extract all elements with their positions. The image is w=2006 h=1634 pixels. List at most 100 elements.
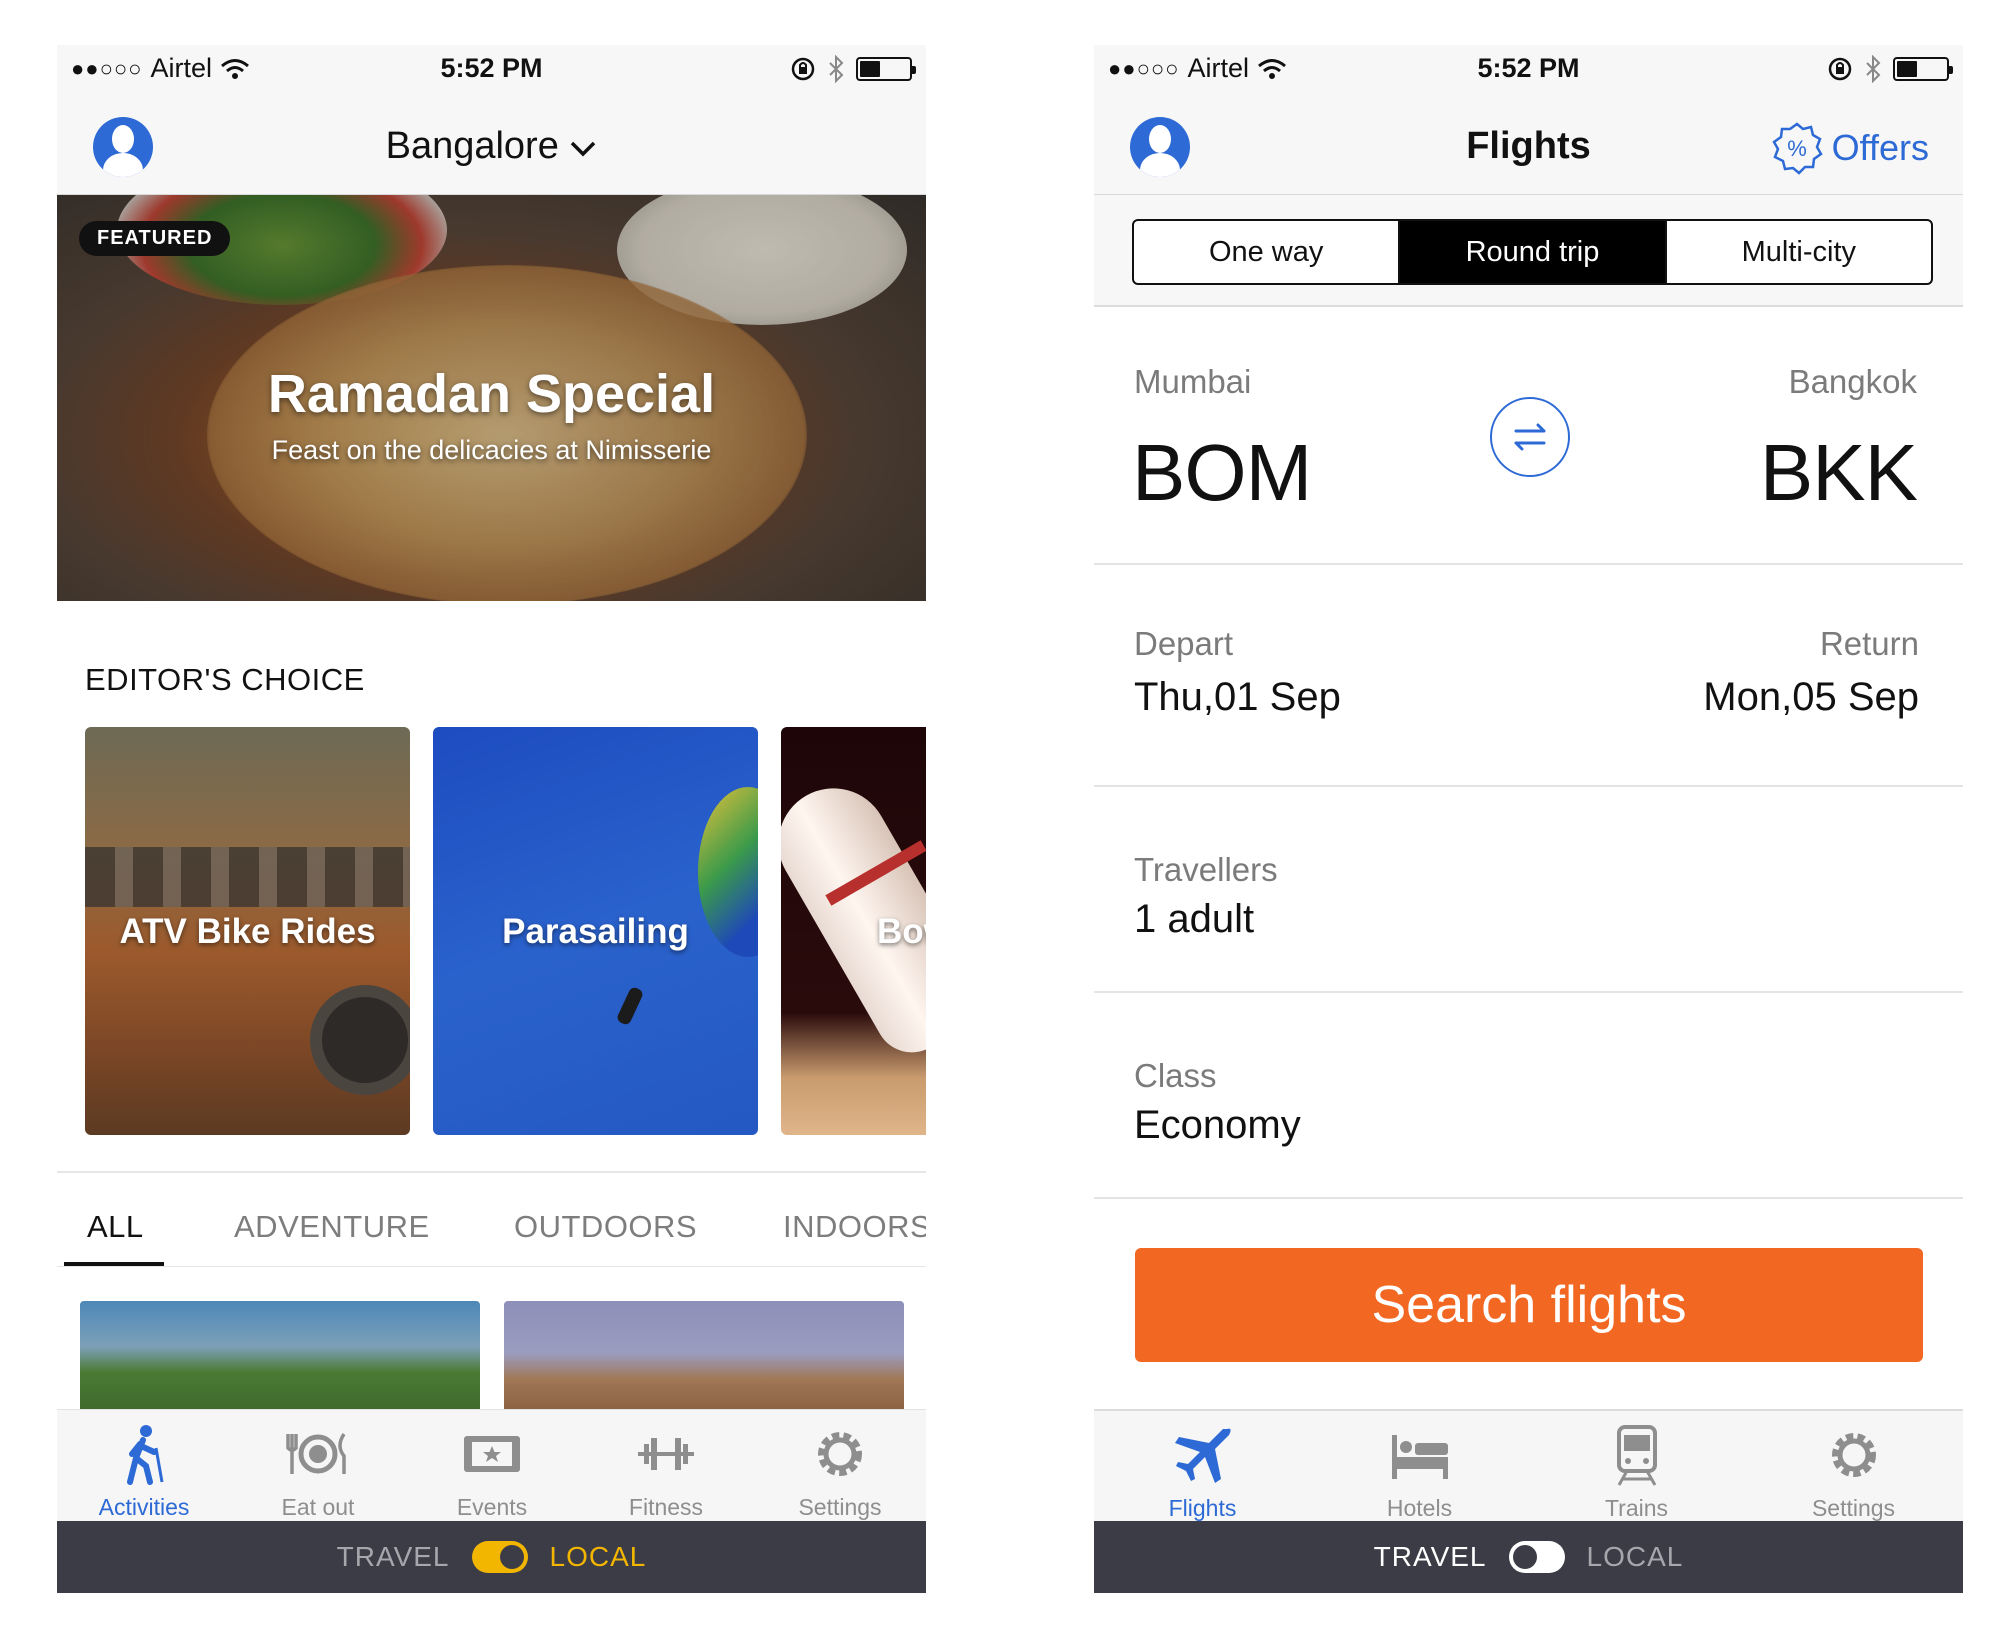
class-label: Class	[1134, 1057, 1217, 1094]
flights-search-screen: ●●○○○ Airtel 5:52 PM Flights % Offers On…	[1094, 45, 1963, 1593]
tabbar-label: Activities	[98, 1494, 190, 1520]
mode-travel-label: TRAVEL	[1373, 1541, 1487, 1572]
featured-subtitle: Feast on the delicacies at Nimisserie	[271, 435, 712, 465]
tabbar-label: Settings	[798, 1494, 882, 1520]
mode-travel-label: TRAVEL	[336, 1541, 450, 1572]
card-label: ATV Bike Rides	[119, 912, 376, 951]
activity-list	[57, 1301, 926, 1411]
return-date[interactable]: Mon,05 Sep	[1703, 675, 1919, 720]
tabbar-label: Events	[456, 1494, 528, 1520]
tabbar-flights[interactable]: Flights	[1094, 1411, 1311, 1523]
battery-icon	[856, 57, 916, 81]
card-label: Parasailing	[502, 912, 689, 951]
tabbar-label: Eat out	[281, 1494, 355, 1520]
ticket-icon	[464, 1436, 520, 1472]
city-name: Bangalore	[385, 125, 559, 167]
tabbar-eat-out[interactable]: Eat out	[231, 1410, 405, 1522]
dates-row: Depart Thu,01 Sep Return Mon,05 Sep	[1094, 565, 1963, 787]
origin-code[interactable]: BOM	[1132, 427, 1312, 519]
battery-icon	[1893, 57, 1953, 81]
class-value: Economy	[1134, 1103, 1301, 1147]
tab-all[interactable]: ALL	[87, 1209, 144, 1245]
rotation-lock-icon	[1828, 57, 1852, 81]
class-row[interactable]: Class Economy	[1094, 993, 1963, 1199]
travel-local-toggle[interactable]	[471, 1541, 528, 1573]
city-selector[interactable]: Bangalore	[57, 125, 926, 168]
hiker-icon	[127, 1425, 164, 1485]
swap-cities-button[interactable]	[1490, 397, 1570, 477]
activity-thumbnail[interactable]	[80, 1301, 480, 1411]
discount-badge-icon: %	[1771, 122, 1823, 175]
bed-icon	[1391, 1435, 1448, 1479]
tabbar-fitness[interactable]: Fitness	[579, 1410, 753, 1522]
tabbar-settings[interactable]: Settings	[1745, 1411, 1962, 1523]
destination-code[interactable]: BKK	[1760, 427, 1918, 519]
local-activities-screen: ●●○○○ Airtel 5:52 PM Bangalore FEATURED …	[57, 45, 926, 1593]
editors-choice-heading: EDITOR'S CHOICE	[85, 662, 365, 697]
return-label: Return	[1819, 625, 1919, 662]
bluetooth-icon	[1866, 55, 1881, 83]
tab-outdoors[interactable]: OUTDOORS	[514, 1209, 697, 1245]
search-flights-button[interactable]: Search flights	[1135, 1248, 1923, 1362]
tab-adventure[interactable]: ADVENTURE	[234, 1209, 430, 1245]
card-parasailing[interactable]: Parasailing	[433, 727, 758, 1135]
travellers-label: Travellers	[1134, 851, 1278, 888]
featured-banner[interactable]: FEATURED Ramadan Special Feast on the de…	[57, 195, 926, 601]
active-tab-indicator	[64, 1262, 164, 1266]
rotation-lock-icon	[791, 57, 815, 81]
tabbar-trains[interactable]: Trains	[1528, 1411, 1745, 1523]
offers-button[interactable]: % Offers	[1770, 121, 1929, 175]
trip-type-one-way[interactable]: One way	[1134, 221, 1398, 283]
tabbar-events[interactable]: Events	[405, 1410, 579, 1522]
airplane-icon	[1174, 1428, 1231, 1483]
tabbar-settings[interactable]: Settings	[753, 1410, 926, 1522]
gear-icon	[1831, 1433, 1876, 1477]
bluetooth-icon	[829, 55, 844, 83]
tabbar-hotels[interactable]: Hotels	[1311, 1411, 1528, 1523]
travel-local-toggle[interactable]	[1508, 1541, 1565, 1573]
activity-thumbnail[interactable]	[504, 1301, 904, 1411]
status-bar: ●●○○○ Airtel 5:52 PM	[57, 45, 926, 95]
trip-type-bar: One way Round trip Multi-city	[1094, 195, 1963, 307]
travel-local-mode-bar: TRAVEL LOCAL	[57, 1521, 926, 1593]
destination-city: Bangkok	[1788, 363, 1917, 400]
featured-badge: FEATURED	[79, 221, 231, 256]
tabbar-label: Settings	[1811, 1495, 1896, 1521]
tabbar-label: Trains	[1604, 1495, 1669, 1521]
status-bar: ●●○○○ Airtel 5:52 PM	[1094, 45, 1963, 95]
featured-title: Ramadan Special	[267, 364, 716, 424]
trip-type-segmented-control: One way Round trip Multi-city	[1132, 219, 1933, 285]
mode-local-label: LOCAL	[549, 1541, 647, 1572]
category-tabs: ALL ADVENTURE OUTDOORS INDOORS	[57, 1183, 926, 1267]
tab-indoors[interactable]: INDOORS	[783, 1209, 926, 1245]
train-icon	[1616, 1425, 1657, 1486]
dumbbell-icon	[638, 1438, 694, 1470]
depart-label: Depart	[1134, 625, 1234, 662]
swap-arrows-icon	[1514, 423, 1546, 451]
tabbar-label: Fitness	[628, 1494, 704, 1520]
editors-choice-carousel[interactable]: ATV Bike Rides Parasailing Bowling	[85, 727, 926, 1135]
route-row: Mumbai BOM Bangkok BKK	[1094, 307, 1963, 565]
card-atv-bike-rides[interactable]: ATV Bike Rides	[85, 727, 410, 1135]
card-bowling[interactable]: Bowling	[781, 727, 926, 1135]
divider	[57, 1171, 926, 1173]
bottom-tab-bar: Flights Hotels Trains Settings	[1094, 1409, 1963, 1521]
card-label: Bowling	[877, 912, 926, 951]
chevron-down-icon	[571, 141, 596, 157]
nav-bar: Flights % Offers	[1094, 95, 1963, 195]
bottom-tab-bar: Activities Eat out Events Fitness Settin…	[57, 1409, 926, 1521]
tabbar-activities[interactable]: Activities	[57, 1410, 231, 1522]
trip-type-multi-city[interactable]: Multi-city	[1664, 221, 1931, 283]
svg-text:%: %	[1787, 136, 1807, 161]
travellers-value: 1 adult	[1134, 897, 1255, 941]
gear-icon	[818, 1432, 862, 1476]
nav-bar: Bangalore	[57, 95, 926, 195]
depart-date[interactable]: Thu,01 Sep	[1134, 675, 1341, 720]
offers-label: Offers	[1831, 127, 1929, 168]
tabbar-label: Hotels	[1386, 1495, 1453, 1521]
trip-type-round-trip[interactable]: Round trip	[1398, 221, 1665, 283]
tabbar-label: Flights	[1168, 1495, 1237, 1521]
mode-local-label: LOCAL	[1586, 1541, 1684, 1572]
plate-cutlery-icon	[286, 1433, 346, 1474]
travellers-row[interactable]: Travellers 1 adult	[1094, 787, 1963, 993]
